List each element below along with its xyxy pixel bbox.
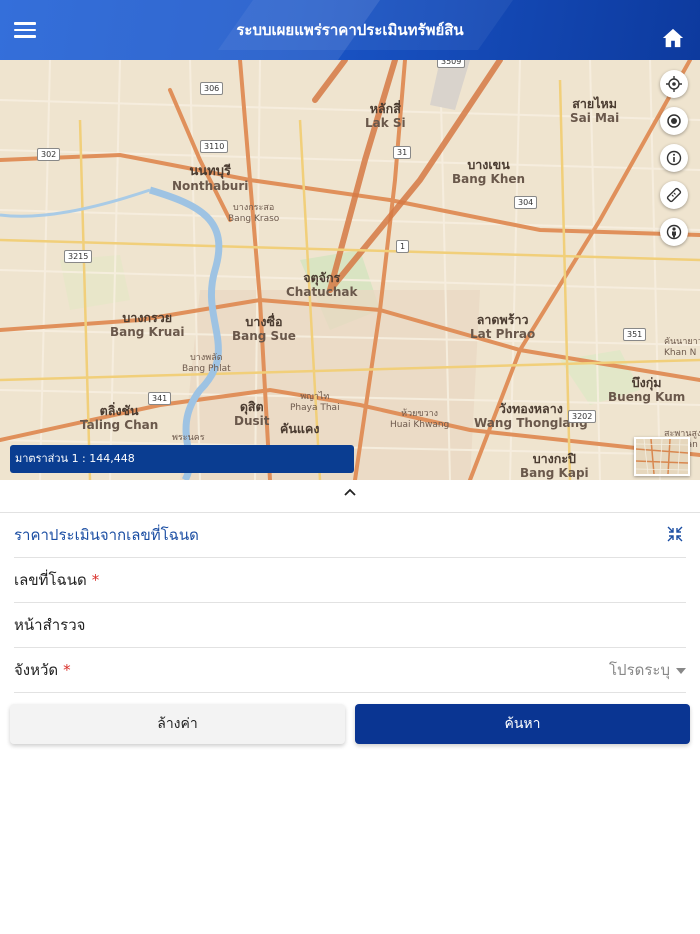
map-view[interactable]: หลักสี่ Lak Si สายไหม Sai Mai นนทบุรี Nonth… — [0, 60, 700, 480]
map-small-label: คันนายาว Khan N — [664, 337, 700, 358]
route-shield: 341 — [148, 392, 172, 405]
map-label: บางซื่อ Bang Sue — [232, 314, 296, 344]
deed-search-section-header: ราคาประเมินจากเลขที่โฉนด — [14, 513, 686, 558]
panel-collapse-toggle[interactable] — [0, 480, 700, 513]
survey-page-label: หน้าสำรวจ — [14, 616, 86, 634]
survey-page-row: หน้าสำรวจ — [14, 603, 686, 648]
route-shield: 351 — [623, 328, 647, 341]
province-label: จังหวัด * — [14, 661, 71, 679]
search-button[interactable]: ค้นหา — [355, 704, 690, 744]
route-shield: 3110 — [200, 140, 229, 153]
map-scale: มาตราส่วน 1 : 144,448 — [10, 445, 354, 473]
target-icon[interactable] — [660, 107, 688, 135]
deed-number-row: เลขที่โฉนด * — [14, 558, 686, 603]
map-label: นนทบุรี Nonthaburi — [172, 164, 249, 194]
route-shield: 3509 — [437, 60, 466, 68]
app-header: ระบบเผยแพร่ราคาประเมินทรัพย์สิน — [0, 0, 700, 60]
route-shield: 3202 — [568, 410, 597, 423]
locate-icon[interactable] — [660, 70, 688, 98]
map-small-label: พญาไท Phaya Thai — [290, 392, 340, 413]
province-select[interactable]: โปรดระบุ — [609, 648, 686, 692]
ruler-icon[interactable] — [660, 181, 688, 209]
caret-down-icon — [676, 667, 686, 674]
route-shield: 304 — [514, 196, 538, 209]
map-small-label: พระนคร — [172, 433, 205, 443]
map-label: ตลิ่งชัน Taling Chan — [80, 403, 159, 433]
map-label: สายไหม Sai Mai — [570, 96, 620, 126]
overview-map-thumbnail[interactable] — [634, 437, 690, 476]
map-label: บางกะปิ Bang Kapi — [520, 451, 589, 481]
route-shield: 1 — [396, 240, 410, 253]
home-icon[interactable] — [662, 27, 684, 49]
info-icon[interactable] — [660, 144, 688, 172]
map-label: บึงกุ่ม Bueng Kum — [608, 375, 686, 405]
map-label: ดุสิต Dusit — [234, 399, 270, 429]
street-view-icon[interactable] — [660, 218, 688, 246]
route-shield: 302 — [37, 148, 61, 161]
map-small-label: บางกระสอ Bang Kraso — [228, 203, 280, 224]
route-shield: 31 — [393, 146, 412, 159]
route-shield: 306 — [200, 82, 224, 95]
survey-page-input[interactable] — [154, 609, 686, 643]
section-title: ราคาประเมินจากเลขที่โฉนด — [14, 526, 199, 544]
route-shield: 3215 — [64, 250, 93, 263]
map-label: บางเขน Bang Khen — [452, 157, 526, 187]
map-label: หลักสี่ Lak Si — [365, 101, 406, 131]
map-label: บางกรวย Bang Kruai — [110, 310, 185, 340]
map-label: ลาดพร้าว Lat Phrao — [470, 312, 536, 342]
map-small-label: ห้วยขวาง Huai Khwang — [390, 409, 450, 430]
map-label: คันแคง — [280, 421, 320, 436]
clear-button[interactable]: ล้างค่า — [10, 704, 345, 744]
page-title: ระบบเผยแพร่ราคาประเมินทรัพย์สิน — [236, 21, 464, 39]
deed-number-input[interactable] — [154, 564, 686, 598]
minimize-icon[interactable] — [666, 525, 684, 543]
map-small-label: บางพลัด Bang Phlat — [182, 353, 231, 374]
chevron-up-icon — [344, 488, 356, 496]
map-toolbar — [660, 70, 688, 255]
deed-number-label: เลขที่โฉนด * — [14, 571, 100, 589]
map-label: จตุจักร Chatuchak — [286, 270, 358, 300]
province-row: จังหวัด * โปรดระบุ — [14, 648, 686, 693]
